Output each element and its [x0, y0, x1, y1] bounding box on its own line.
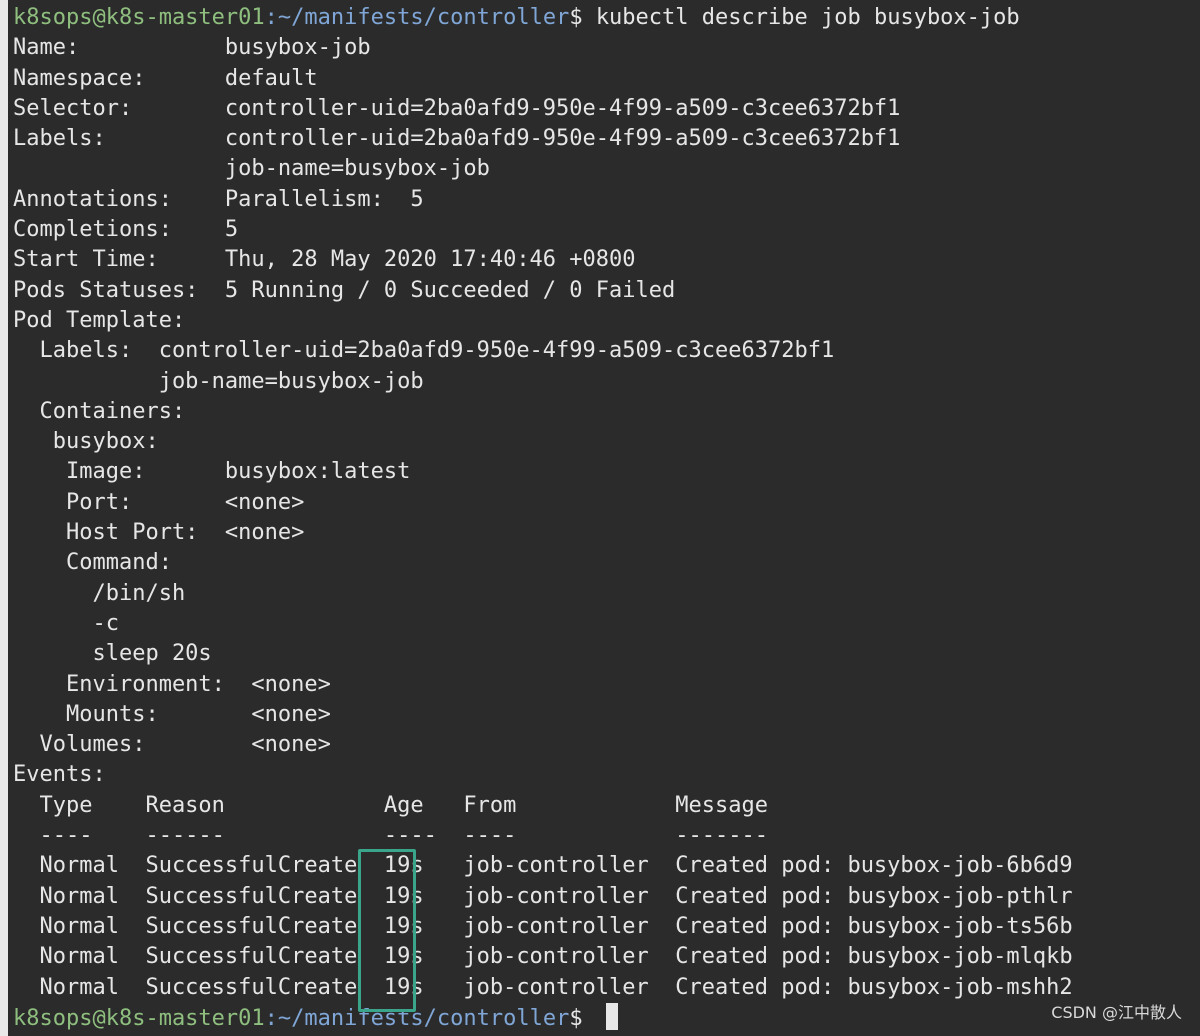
describe-line: Image: busybox:latest	[13, 459, 411, 485]
window-edge	[0, 0, 8, 1036]
event-row: Normal SuccessfulCreate 19s job-controll…	[13, 913, 1073, 939]
age-column-highlight	[358, 849, 416, 1012]
describe-line: Pods Statuses: 5 Running / 0 Succeeded /…	[13, 277, 676, 303]
terminal-window[interactable]: k8sops@k8s-master01:~/manifests/controll…	[0, 0, 1200, 1036]
describe-line: Annotations: Parallelism: 5	[13, 186, 424, 212]
describe-line: Mounts: <none>	[13, 701, 331, 727]
command-text: kubectl describe job busybox-job	[595, 5, 1020, 30]
event-row: Normal SuccessfulCreate 19s job-controll…	[13, 944, 1073, 970]
describe-line: Start Time: Thu, 28 May 2020 17:40:46 +0…	[13, 247, 636, 273]
describe-line: Labels: controller-uid=2ba0afd9-950e-4f9…	[13, 338, 835, 364]
terminal-output: k8sops@k8s-master01:~/manifests/controll…	[13, 3, 1200, 1033]
describe-line: Port: <none>	[13, 489, 305, 515]
prompt-user: k8sops@k8s-master01	[13, 5, 265, 30]
describe-line: Labels: controller-uid=2ba0afd9-950e-4f9…	[13, 126, 901, 152]
describe-line: sleep 20s	[13, 641, 212, 667]
describe-line: Host Port: <none>	[13, 520, 305, 546]
describe-line: Containers:	[13, 398, 186, 424]
describe-line: Namespace: default	[13, 65, 318, 91]
event-row: Normal SuccessfulCreate 19s job-controll…	[13, 883, 1073, 909]
event-row: Normal SuccessfulCreate 19s job-controll…	[13, 853, 1073, 879]
describe-line: Events:	[13, 762, 106, 788]
describe-line: Pod Template:	[13, 307, 186, 333]
events-separator: ---- ------ ---- ---- -------	[13, 823, 768, 849]
prompt-path: :~/manifests/controller	[264, 5, 570, 30]
describe-line: job-name=busybox-job	[13, 368, 424, 394]
describe-line: Name: busybox-job	[13, 35, 371, 61]
prompt-line[interactable]: k8sops@k8s-master01:~/manifests/controll…	[13, 1002, 1200, 1033]
prompt-sign: $	[569, 1005, 596, 1031]
watermark: CSDN @江中散人	[1051, 1002, 1182, 1022]
describe-line: Environment: <none>	[13, 671, 331, 697]
describe-line: Volumes: <none>	[13, 732, 331, 758]
event-row: Normal SuccessfulCreate 19s job-controll…	[13, 974, 1073, 1000]
describe-line: busybox:	[13, 429, 159, 455]
describe-line: Command:	[13, 550, 172, 576]
prompt-user: k8sops@k8s-master01	[13, 1005, 265, 1031]
prompt-path: :~/manifests/controller	[264, 1005, 570, 1031]
describe-line: /bin/sh	[13, 580, 186, 606]
prompt-sign: $	[569, 5, 596, 30]
describe-line: Completions: 5	[13, 217, 239, 243]
describe-line: Selector: controller-uid=2ba0afd9-950e-4…	[13, 95, 901, 121]
events-header: Type Reason Age From Message	[13, 792, 768, 818]
describe-line: -c	[13, 610, 119, 636]
text-cursor[interactable]	[605, 1002, 618, 1030]
command-line: k8sops@k8s-master01:~/manifests/controll…	[13, 3, 1200, 33]
describe-line: job-name=busybox-job	[13, 156, 490, 182]
